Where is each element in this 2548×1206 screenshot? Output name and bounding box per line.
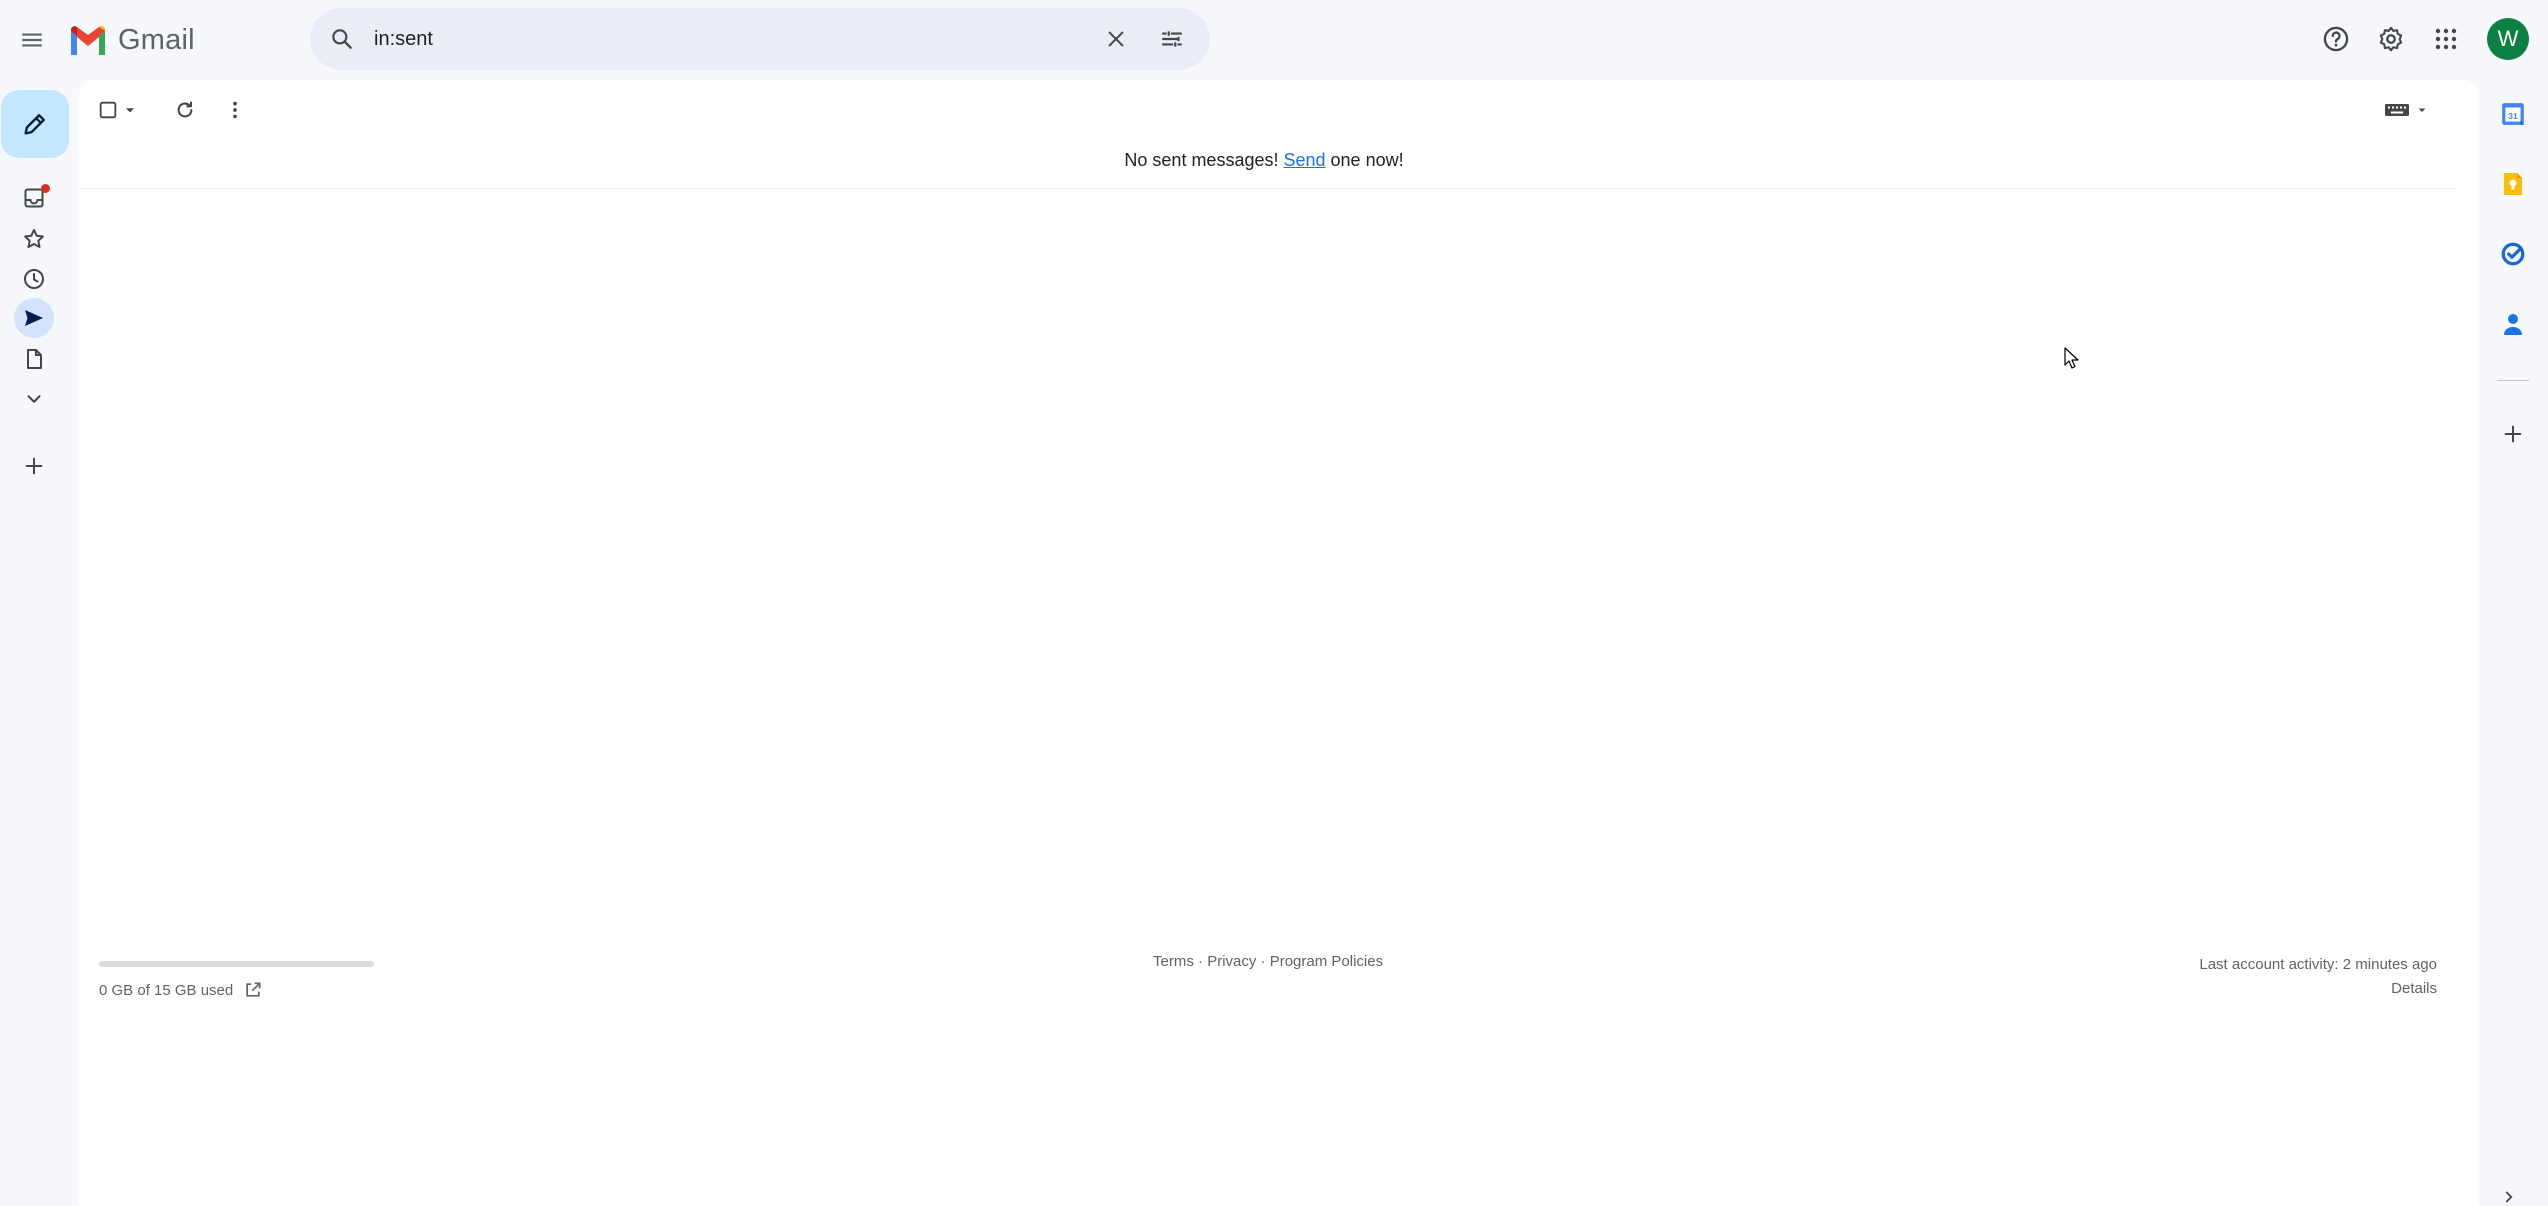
- tasks-icon: [2501, 242, 2525, 266]
- storage-usage-text: 0 GB of 15 GB used: [99, 981, 234, 999]
- create-label-button[interactable]: [14, 446, 54, 486]
- gmail-logo-text: Gmail: [118, 23, 195, 56]
- chevron-right-icon: [2505, 1191, 2513, 1203]
- open-in-new-icon[interactable]: [243, 980, 263, 1000]
- privacy-link[interactable]: Privacy: [1207, 953, 1256, 970]
- star-icon: [24, 229, 44, 248]
- storage-meter: [99, 961, 374, 967]
- search-input[interactable]: [362, 21, 1086, 57]
- nav-more[interactable]: [14, 379, 54, 419]
- more-actions-button[interactable]: [217, 92, 253, 128]
- empty-message-suffix: one now!: [1325, 150, 1404, 170]
- input-tools-button[interactable]: [2384, 98, 2428, 122]
- search-button[interactable]: [324, 21, 360, 57]
- nav-starred[interactable]: [14, 219, 54, 259]
- footer-links: Terms · Privacy · Program Policies: [1153, 953, 1383, 970]
- select-all-checkbox[interactable]: [97, 94, 137, 126]
- menu-icon: [22, 33, 42, 47]
- account-activity: Last account activity: 2 minutes ago Det…: [2199, 953, 2437, 1001]
- side-keep-button[interactable]: [2493, 164, 2533, 204]
- toolbar: [79, 80, 2479, 140]
- pencil-icon: [24, 114, 45, 135]
- plus-icon: [2504, 425, 2522, 443]
- help-icon: [2323, 26, 2349, 52]
- unread-dot: [41, 184, 50, 193]
- more-vert-icon: [233, 101, 237, 119]
- search-bar[interactable]: [310, 8, 1210, 70]
- tune-icon: [1162, 31, 1182, 47]
- last-activity-text: Last account activity: 2 minutes ago: [2199, 956, 2437, 973]
- svg-text:31: 31: [2508, 111, 2518, 121]
- main-panel: No sent messages! Send one now! 0 GB of …: [79, 80, 2479, 1206]
- caret-down-icon: [125, 108, 135, 113]
- compose-button[interactable]: [1, 90, 69, 158]
- chevron-down-icon: [27, 395, 41, 403]
- draft-icon: [27, 349, 42, 369]
- side-panel-divider: [2497, 380, 2529, 381]
- gmail-logo-icon: [71, 26, 105, 55]
- calendar-icon: 31: [2502, 103, 2524, 125]
- empty-state-message: No sent messages! Send one now!: [79, 150, 2449, 171]
- keyboard-icon: [2385, 104, 2409, 116]
- search-options-button[interactable]: [1154, 21, 1190, 57]
- gmail-logo[interactable]: Gmail: [68, 20, 195, 60]
- account-avatar[interactable]: W: [2487, 18, 2529, 60]
- gear-icon: [2379, 26, 2403, 52]
- send-icon: [25, 310, 43, 326]
- google-apps-button[interactable]: [2422, 15, 2470, 63]
- clear-search-button[interactable]: [1098, 21, 1134, 57]
- apps-grid-icon: [2435, 28, 2457, 50]
- caret-down-icon: [2418, 108, 2426, 112]
- cursor-arrow-icon: [2064, 347, 2079, 369]
- side-calendar-button[interactable]: 31: [2493, 94, 2533, 134]
- nav-inbox[interactable]: [14, 178, 54, 218]
- plus-icon: [25, 457, 43, 475]
- main-menu-button[interactable]: [8, 16, 56, 64]
- refresh-button[interactable]: [167, 92, 203, 128]
- mouse-cursor: [2064, 347, 2080, 369]
- storage-usage: 0 GB of 15 GB used: [99, 979, 263, 1001]
- search-icon: [332, 29, 352, 49]
- checkbox-icon: [99, 101, 117, 119]
- nav-snoozed[interactable]: [14, 259, 54, 299]
- close-icon: [1108, 31, 1124, 47]
- side-contacts-button[interactable]: [2493, 304, 2533, 344]
- separator: ·: [1256, 953, 1270, 970]
- list-divider: [79, 188, 2457, 189]
- nav-drafts[interactable]: [14, 339, 54, 379]
- terms-link[interactable]: Terms: [1153, 953, 1194, 970]
- nav-sent[interactable]: [14, 298, 54, 338]
- activity-details-link[interactable]: Details: [2391, 980, 2437, 997]
- contacts-icon: [2504, 314, 2522, 335]
- empty-message-prefix: No sent messages!: [1124, 150, 1284, 170]
- settings-button[interactable]: [2367, 15, 2415, 63]
- program-policies-link[interactable]: Program Policies: [1270, 953, 1383, 970]
- support-button[interactable]: [2312, 15, 2360, 63]
- refresh-icon: [177, 101, 193, 118]
- separator: ·: [1193, 953, 1208, 970]
- show-side-panel-button[interactable]: [2500, 1188, 2526, 1206]
- clock-icon: [24, 269, 44, 289]
- side-tasks-button[interactable]: [2493, 234, 2533, 274]
- get-addons-button[interactable]: [2493, 414, 2533, 454]
- send-link[interactable]: Send: [1283, 150, 1325, 170]
- keep-icon: [2504, 173, 2522, 195]
